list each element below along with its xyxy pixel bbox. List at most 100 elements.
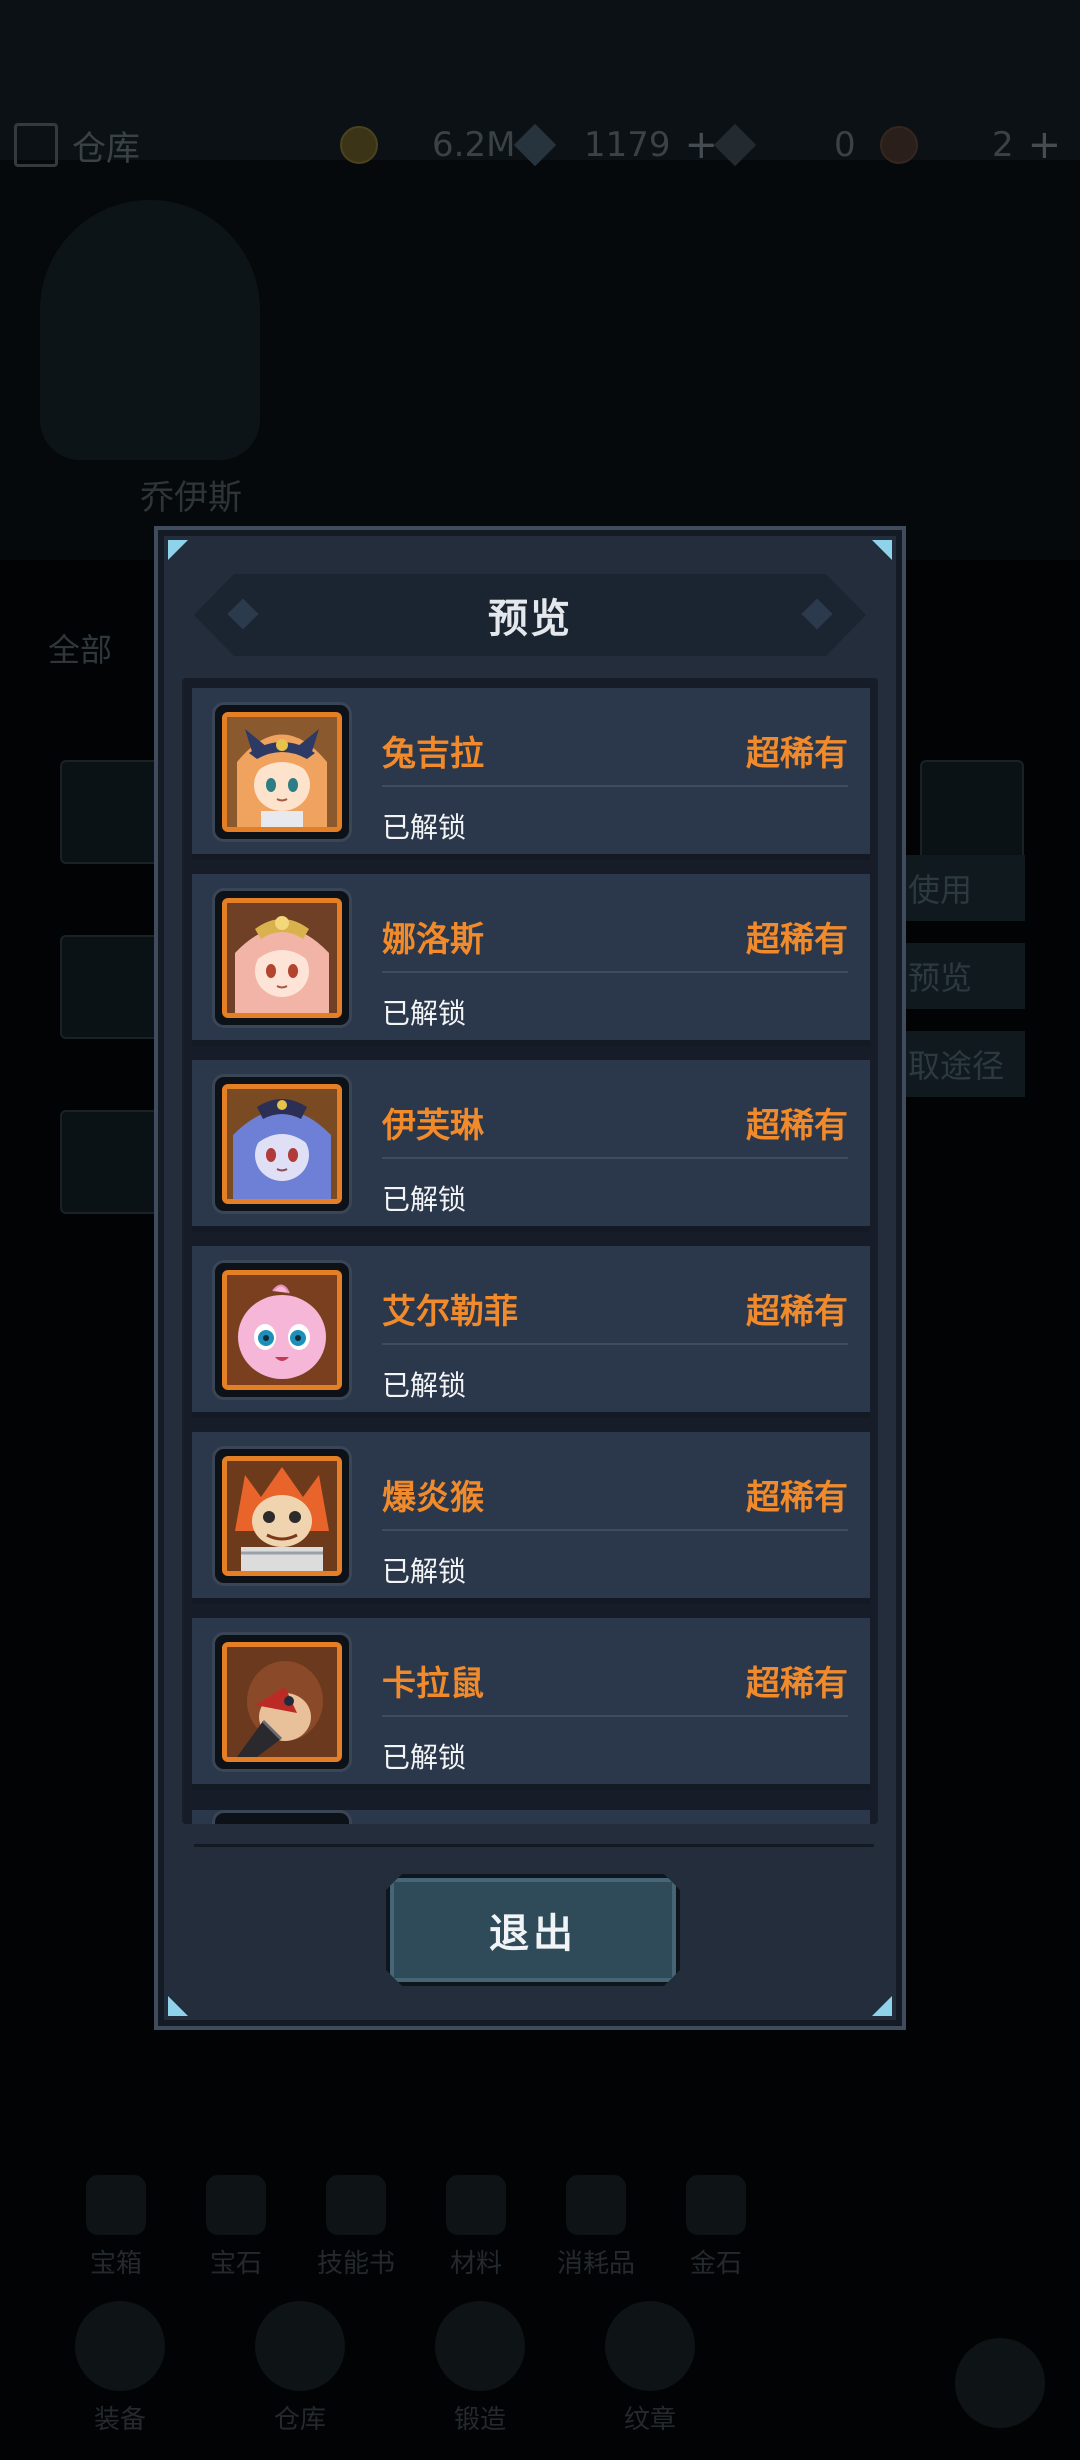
material-icon (446, 2175, 506, 2235)
row-divider (382, 785, 848, 787)
list-item[interactable]: 兔吉拉 超稀有 已解锁 (192, 688, 870, 860)
avatar (212, 702, 352, 842)
currency4-value: 2 (992, 125, 1014, 165)
tab-equipment: 装备 (50, 2300, 190, 2450)
diamond-value: 1179 (584, 125, 671, 165)
character-portrait-icon (222, 1270, 342, 1390)
avatar (212, 1810, 352, 1824)
tab-label: 装备 (93, 2405, 146, 2435)
row-divider (382, 1157, 848, 1159)
inventory-slot (60, 760, 164, 864)
ticket-icon (880, 126, 918, 164)
diamond-ornament-icon (801, 598, 833, 630)
dialog-title: 预览 (488, 596, 572, 642)
avatar (212, 888, 352, 1028)
unlock-status: 已解锁 (382, 811, 467, 844)
category-label: 宝石 (209, 2249, 262, 2279)
share-icon (955, 2338, 1045, 2428)
footer-divider (194, 1844, 874, 1847)
character-list[interactable]: 兔吉拉 超稀有 已解锁 娜洛斯 超稀有 已解锁 伊芙琳 超稀有 已解锁 艾尔勒菲… (182, 678, 878, 1824)
category-label: 宝箱 (89, 2249, 142, 2279)
avatar (212, 1632, 352, 1772)
sword-icon (75, 2301, 165, 2391)
coin-icon (340, 126, 378, 164)
storage-header: 仓库 (14, 110, 140, 180)
top-bar: 仓库 6.2M 1179 + 0 2 + (0, 110, 1080, 180)
corner-ornament (872, 1996, 892, 2016)
inventory-slot (920, 760, 1024, 864)
diamond-ornament-icon (227, 598, 259, 630)
use-button: 使用 (900, 855, 1025, 921)
inventory-slot (60, 935, 164, 1039)
unlock-status: 已解锁 (382, 1369, 467, 1402)
category-chest: 宝箱 (56, 2170, 176, 2280)
character-portrait-icon (222, 898, 342, 1018)
unlock-status: 已解锁 (382, 1741, 467, 1774)
gold-value: 6.2M (432, 125, 516, 165)
tab-storage: 仓库 (230, 2300, 370, 2450)
storage-icon (14, 123, 58, 167)
chest-icon (86, 2175, 146, 2235)
gold-counter: 6.2M (340, 110, 515, 180)
rarity-label: 超稀有 (746, 1664, 848, 1704)
list-item[interactable]: 爆炎猴 超稀有 已解锁 (192, 1432, 870, 1604)
character-name: 卡拉鼠 (382, 1664, 484, 1704)
character-name: 艾尔勒菲 (382, 1292, 518, 1332)
list-item-partial[interactable] (192, 1810, 870, 1824)
category-label: 消耗品 (556, 2249, 635, 2279)
consumable-icon (566, 2175, 626, 2235)
rarity-label: 超稀有 (746, 734, 848, 774)
tab-label: 锻造 (453, 2405, 506, 2435)
category-gem: 宝石 (176, 2170, 296, 2280)
category-consumable: 消耗品 (536, 2170, 656, 2280)
row-divider (382, 971, 848, 973)
category-label: 技能书 (316, 2249, 395, 2279)
rarity-label: 超稀有 (746, 1478, 848, 1518)
dialog-title-bar: 预览 (194, 574, 866, 656)
list-item[interactable]: 艾尔勒菲 超稀有 已解锁 (192, 1246, 870, 1418)
row-divider (382, 1529, 848, 1531)
stamina-icon (713, 123, 757, 167)
rarity-label: 超稀有 (746, 1106, 848, 1146)
source-button: 取途径 (900, 1031, 1025, 1097)
tab-forge: 锻造 (410, 2300, 550, 2450)
inventory-slot (60, 1110, 164, 1214)
goldstone-icon (686, 2175, 746, 2235)
filter-label: 全部 (48, 631, 113, 669)
diamond-counter: 1179 + (513, 110, 718, 180)
currency3-counter: 0 (713, 110, 856, 180)
corner-ornament (168, 540, 188, 560)
row-divider (382, 1343, 848, 1345)
category-goldstone: 金石 (656, 2170, 776, 2280)
book-icon (326, 2175, 386, 2235)
list-item[interactable]: 卡拉鼠 超稀有 已解锁 (192, 1618, 870, 1790)
preview-button: 预览 (900, 943, 1025, 1009)
rarity-label: 超稀有 (746, 920, 848, 960)
unlock-status: 已解锁 (382, 997, 467, 1030)
currency4-counter: 2 + (880, 110, 1061, 180)
gem-icon (206, 2175, 266, 2235)
corner-ornament (168, 1996, 188, 2016)
diamond-icon (513, 123, 557, 167)
tab-label: 纹章 (623, 2405, 676, 2435)
character-name: 娜洛斯 (382, 920, 484, 960)
currency3-value: 0 (834, 125, 856, 165)
unlock-status: 已解锁 (382, 1183, 467, 1216)
list-item[interactable]: 娜洛斯 超稀有 已解锁 (192, 874, 870, 1046)
emblem-icon (605, 2301, 695, 2391)
exit-button[interactable]: 退出 (386, 1874, 680, 1986)
chest-icon (255, 2301, 345, 2391)
rarity-label: 超稀有 (746, 1292, 848, 1332)
category-label: 材料 (449, 2249, 502, 2279)
character-name: 爆炎猴 (382, 1478, 484, 1518)
tab-emblem: 纹章 (580, 2300, 720, 2450)
hero-portrait (40, 200, 260, 460)
list-item[interactable]: 伊芙琳 超稀有 已解锁 (192, 1060, 870, 1232)
avatar (212, 1260, 352, 1400)
avatar (212, 1074, 352, 1214)
tab-label: 仓库 (273, 2405, 326, 2435)
storage-title: 仓库 (72, 128, 140, 169)
character-name: 兔吉拉 (382, 734, 484, 774)
row-divider (382, 1715, 848, 1717)
character-portrait-icon (222, 712, 342, 832)
